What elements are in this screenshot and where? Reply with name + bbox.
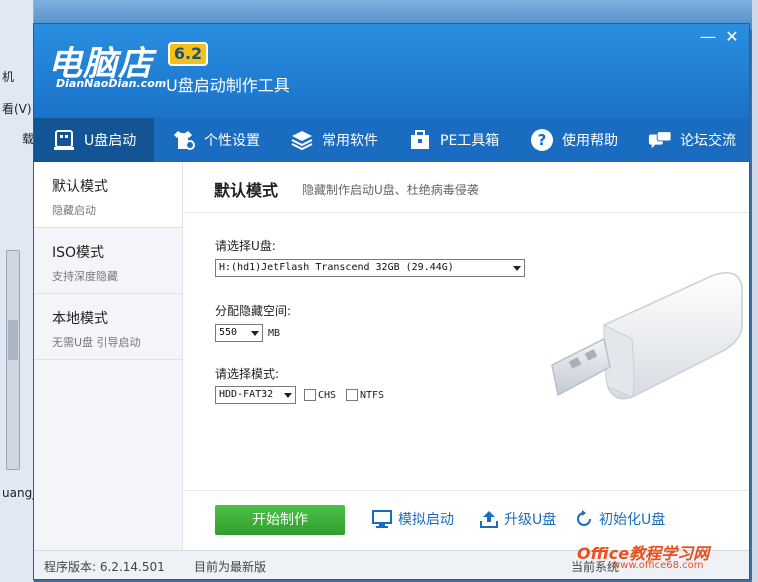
disk-label: 请选择U盘: xyxy=(215,239,276,253)
tab-pe-toolbox[interactable]: PE工具箱 xyxy=(390,118,512,162)
space-unit: MB xyxy=(268,328,281,339)
tab-forum[interactable]: 论坛交流 xyxy=(630,118,749,162)
chat-icon xyxy=(648,128,672,152)
simulate-boot-label: 模拟启动 xyxy=(398,512,454,528)
mode-select[interactable]: HDD-FAT32 xyxy=(215,386,296,404)
background-text: 看(V) xyxy=(2,102,32,116)
shirt-gear-icon xyxy=(172,128,196,152)
sidebar-item-iso-mode[interactable]: ISO模式 支持深度隐藏 xyxy=(34,228,182,294)
sidebar-item-default-mode[interactable]: 默认模式 隐藏启动 xyxy=(34,162,182,228)
tab-software[interactable]: 常用软件 xyxy=(272,118,390,162)
tab-label: 个性设置 xyxy=(204,133,260,149)
background-scroll-thumb[interactable] xyxy=(8,320,18,360)
usb-drive-illustration-icon xyxy=(551,272,743,400)
svg-text:?: ? xyxy=(538,131,547,149)
tab-personalize[interactable]: 个性设置 xyxy=(154,118,272,162)
sidebar-item-desc: 隐藏启动 xyxy=(52,204,96,217)
program-version: 程序版本: 6.2.14.501 xyxy=(44,560,165,574)
background-scrollbar[interactable] xyxy=(6,250,20,470)
disk-select-value: H:(hd1)JetFlash Transcend 32GB (29.44G) xyxy=(219,262,454,273)
background-text: 机 xyxy=(2,70,15,84)
tab-usb-boot[interactable]: U盘启动 xyxy=(34,118,154,162)
upload-icon xyxy=(480,511,498,528)
main-window: 电脑店 DianNaoDian.com 6.2 U盘启动制作工具 — ✕ U盘启… xyxy=(33,23,750,580)
tab-help[interactable]: ? 使用帮助 xyxy=(512,118,630,162)
layers-icon xyxy=(290,128,314,152)
simulate-boot-button[interactable]: 模拟启动 xyxy=(372,509,454,529)
chevron-down-icon xyxy=(284,393,292,398)
ntfs-checkbox[interactable] xyxy=(346,389,358,401)
upgrade-usb-label: 升级U盘 xyxy=(504,512,557,528)
background-right-strip xyxy=(752,0,758,582)
main-nav: U盘启动 个性设置 常用软件 PE工具箱 ? 使用帮助 论坛交流 xyxy=(34,118,749,162)
monitor-icon xyxy=(372,510,392,528)
mode-label: 请选择模式: xyxy=(215,367,280,381)
watermark-url: www.office68.com xyxy=(612,560,704,571)
help-icon: ? xyxy=(530,128,554,152)
toolbox-icon xyxy=(408,128,432,152)
sidebar-item-desc: 支持深度隐藏 xyxy=(52,270,118,283)
tab-label: U盘启动 xyxy=(84,133,137,149)
tab-label: 论坛交流 xyxy=(680,133,736,149)
content-divider xyxy=(184,212,749,213)
tab-label: 常用软件 xyxy=(322,133,378,149)
title-bar[interactable]: 电脑店 DianNaoDian.com 6.2 U盘启动制作工具 — ✕ xyxy=(34,24,749,118)
tab-label: PE工具箱 xyxy=(440,133,500,149)
sidebar-item-desc: 无需U盘 引导启动 xyxy=(52,336,141,349)
app-subtitle: U盘启动制作工具 xyxy=(166,76,290,95)
version-badge: 6.2 xyxy=(168,42,208,66)
chevron-down-icon xyxy=(251,331,259,336)
space-label: 分配隐藏空间: xyxy=(215,304,292,318)
init-usb-label: 初始化U盘 xyxy=(599,512,666,528)
sidebar-item-title: ISO模式 xyxy=(52,245,105,261)
chs-label: CHS xyxy=(318,390,337,401)
background-text: uangj xyxy=(2,486,36,500)
app-logo-sub: DianNaoDian.com xyxy=(56,77,167,90)
ntfs-label: NTFS xyxy=(360,390,385,401)
update-status: 目前为最新版 xyxy=(194,560,267,574)
disk-select[interactable]: H:(hd1)JetFlash Transcend 32GB (29.44G) xyxy=(215,259,525,277)
sidebar-item-local-mode[interactable]: 本地模式 无需U盘 引导启动 xyxy=(34,294,182,360)
space-select-value: 550 xyxy=(219,327,238,338)
chs-checkbox[interactable] xyxy=(304,389,316,401)
init-usb-button[interactable]: 初始化U盘 xyxy=(575,509,665,529)
upgrade-usb-button[interactable]: 升级U盘 xyxy=(480,509,556,529)
tab-label: 使用帮助 xyxy=(562,133,618,149)
start-make-button[interactable]: 开始制作 xyxy=(215,505,345,535)
minimize-button[interactable]: — xyxy=(698,28,718,48)
mode-sidebar: 默认模式 隐藏启动 ISO模式 支持深度隐藏 本地模式 无需U盘 引导启动 xyxy=(34,162,183,550)
sidebar-item-title: 默认模式 xyxy=(52,179,108,195)
usb-drive-icon xyxy=(52,128,76,152)
refresh-icon xyxy=(577,510,591,526)
space-select[interactable]: 550 xyxy=(215,324,263,342)
content-title: 默认模式 xyxy=(214,181,279,200)
close-button[interactable]: ✕ xyxy=(722,28,742,48)
sidebar-item-title: 本地模式 xyxy=(52,311,108,327)
content-desc: 隐藏制作启动U盘、杜绝病毒侵袭 xyxy=(302,183,479,197)
mode-select-value: HDD-FAT32 xyxy=(219,389,274,400)
chevron-down-icon xyxy=(513,266,521,271)
